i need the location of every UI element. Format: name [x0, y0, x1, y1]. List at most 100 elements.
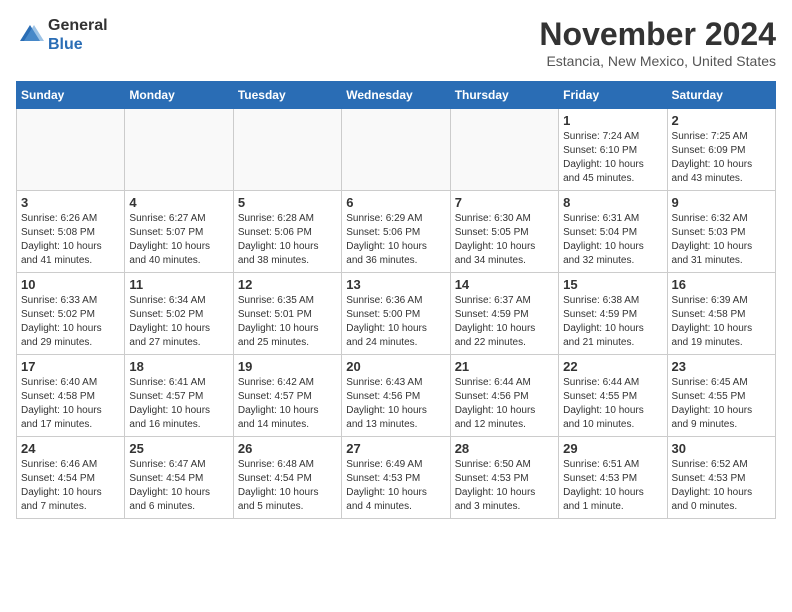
- day-info: Sunrise: 6:26 AM Sunset: 5:08 PM Dayligh…: [21, 212, 120, 268]
- day-info: Sunrise: 6:38 AM Sunset: 4:59 PM Dayligh…: [563, 294, 662, 350]
- day-number: 14: [455, 277, 554, 292]
- calendar-day-cell: 18 Sunrise: 6:41 AM Sunset: 4:57 PM Dayli…: [125, 355, 233, 437]
- day-info: Sunrise: 6:42 AM Sunset: 4:57 PM Dayligh…: [238, 376, 337, 432]
- day-number: 29: [563, 441, 662, 456]
- day-info: Sunrise: 6:43 AM Sunset: 4:56 PM Dayligh…: [346, 376, 445, 432]
- calendar-day-cell: 10 Sunrise: 6:33 AM Sunset: 5:02 PM Dayli…: [17, 273, 125, 355]
- day-number: 3: [21, 195, 120, 210]
- calendar-day-cell: 28 Sunrise: 6:50 AM Sunset: 4:53 PM Dayli…: [450, 437, 558, 519]
- calendar-day-cell: 21 Sunrise: 6:44 AM Sunset: 4:56 PM Dayli…: [450, 355, 558, 437]
- calendar-day-cell: [125, 109, 233, 191]
- weekday-header: Friday: [559, 82, 667, 109]
- day-info: Sunrise: 6:32 AM Sunset: 5:03 PM Dayligh…: [672, 212, 771, 268]
- calendar-week-row: 17 Sunrise: 6:40 AM Sunset: 4:58 PM Dayli…: [17, 355, 776, 437]
- calendar-day-cell: 27 Sunrise: 6:49 AM Sunset: 4:53 PM Dayli…: [342, 437, 450, 519]
- calendar-day-cell: 12 Sunrise: 6:35 AM Sunset: 5:01 PM Dayli…: [233, 273, 341, 355]
- day-info: Sunrise: 6:49 AM Sunset: 4:53 PM Dayligh…: [346, 458, 445, 514]
- day-number: 12: [238, 277, 337, 292]
- logo: General Blue: [16, 16, 108, 54]
- day-number: 27: [346, 441, 445, 456]
- calendar-day-cell: 26 Sunrise: 6:48 AM Sunset: 4:54 PM Dayli…: [233, 437, 341, 519]
- weekday-header: Monday: [125, 82, 233, 109]
- day-info: Sunrise: 6:34 AM Sunset: 5:02 PM Dayligh…: [129, 294, 228, 350]
- day-number: 21: [455, 359, 554, 374]
- calendar-day-cell: 22Sunrise: 6:44 AM Sunset: 4:55 PM Dayli…: [559, 355, 667, 437]
- calendar-header-row: SundayMondayTuesdayWednesdayThursdayFrid…: [17, 82, 776, 109]
- calendar-day-cell: 4 Sunrise: 6:27 AM Sunset: 5:07 PM Daylig…: [125, 191, 233, 273]
- weekday-header: Wednesday: [342, 82, 450, 109]
- calendar-day-cell: [342, 109, 450, 191]
- day-info: Sunrise: 6:27 AM Sunset: 5:07 PM Dayligh…: [129, 212, 228, 268]
- calendar-week-row: 10 Sunrise: 6:33 AM Sunset: 5:02 PM Dayli…: [17, 273, 776, 355]
- day-number: 2: [672, 113, 771, 128]
- day-number: 19: [238, 359, 337, 374]
- logo-text: General Blue: [48, 16, 108, 54]
- day-number: 7: [455, 195, 554, 210]
- day-number: 4: [129, 195, 228, 210]
- calendar-day-cell: [450, 109, 558, 191]
- day-info: Sunrise: 6:29 AM Sunset: 5:06 PM Dayligh…: [346, 212, 445, 268]
- day-number: 25: [129, 441, 228, 456]
- calendar-table: SundayMondayTuesdayWednesdayThursdayFrid…: [16, 81, 776, 519]
- day-number: 13: [346, 277, 445, 292]
- calendar-week-row: 24Sunrise: 6:46 AM Sunset: 4:54 PM Dayli…: [17, 437, 776, 519]
- calendar-day-cell: 16 Sunrise: 6:39 AM Sunset: 4:58 PM Dayli…: [667, 273, 775, 355]
- day-number: 30: [672, 441, 771, 456]
- logo-icon: [16, 21, 44, 49]
- logo-general: General: [48, 17, 108, 34]
- calendar-day-cell: 19 Sunrise: 6:42 AM Sunset: 4:57 PM Dayli…: [233, 355, 341, 437]
- location: Estancia, New Mexico, United States: [539, 53, 776, 69]
- day-info: Sunrise: 6:44 AM Sunset: 4:55 PM Dayligh…: [563, 376, 662, 432]
- day-number: 15: [563, 277, 662, 292]
- day-info: Sunrise: 6:39 AM Sunset: 4:58 PM Dayligh…: [672, 294, 771, 350]
- day-info: Sunrise: 6:45 AM Sunset: 4:55 PM Dayligh…: [672, 376, 771, 432]
- day-number: 6: [346, 195, 445, 210]
- day-info: Sunrise: 6:50 AM Sunset: 4:53 PM Dayligh…: [455, 458, 554, 514]
- day-number: 20: [346, 359, 445, 374]
- day-info: Sunrise: 6:40 AM Sunset: 4:58 PM Dayligh…: [21, 376, 120, 432]
- calendar-day-cell: 20 Sunrise: 6:43 AM Sunset: 4:56 PM Dayli…: [342, 355, 450, 437]
- day-info: Sunrise: 6:33 AM Sunset: 5:02 PM Dayligh…: [21, 294, 120, 350]
- calendar-day-cell: 15 Sunrise: 6:38 AM Sunset: 4:59 PM Dayli…: [559, 273, 667, 355]
- page-header: General Blue November 2024 Estancia, New…: [16, 16, 776, 69]
- calendar-day-cell: 17 Sunrise: 6:40 AM Sunset: 4:58 PM Dayli…: [17, 355, 125, 437]
- calendar-day-cell: 11Sunrise: 6:34 AM Sunset: 5:02 PM Dayli…: [125, 273, 233, 355]
- day-info: Sunrise: 6:44 AM Sunset: 4:56 PM Dayligh…: [455, 376, 554, 432]
- day-number: 28: [455, 441, 554, 456]
- calendar-day-cell: 9Sunrise: 6:32 AM Sunset: 5:03 PM Daylig…: [667, 191, 775, 273]
- day-number: 1: [563, 113, 662, 128]
- day-number: 23: [672, 359, 771, 374]
- day-info: Sunrise: 6:51 AM Sunset: 4:53 PM Dayligh…: [563, 458, 662, 514]
- calendar-day-cell: 29 Sunrise: 6:51 AM Sunset: 4:53 PM Dayli…: [559, 437, 667, 519]
- title-block: November 2024 Estancia, New Mexico, Unit…: [539, 16, 776, 69]
- day-info: Sunrise: 6:31 AM Sunset: 5:04 PM Dayligh…: [563, 212, 662, 268]
- day-info: Sunrise: 6:48 AM Sunset: 4:54 PM Dayligh…: [238, 458, 337, 514]
- day-info: Sunrise: 7:25 AM Sunset: 6:09 PM Dayligh…: [672, 130, 771, 186]
- day-number: 17: [21, 359, 120, 374]
- day-info: Sunrise: 6:37 AM Sunset: 4:59 PM Dayligh…: [455, 294, 554, 350]
- day-info: Sunrise: 6:52 AM Sunset: 4:53 PM Dayligh…: [672, 458, 771, 514]
- day-number: 16: [672, 277, 771, 292]
- day-info: Sunrise: 7:24 AM Sunset: 6:10 PM Dayligh…: [563, 130, 662, 186]
- day-info: Sunrise: 6:46 AM Sunset: 4:54 PM Dayligh…: [21, 458, 120, 514]
- calendar-day-cell: 24Sunrise: 6:46 AM Sunset: 4:54 PM Dayli…: [17, 437, 125, 519]
- day-number: 18: [129, 359, 228, 374]
- calendar-week-row: 3 Sunrise: 6:26 AM Sunset: 5:08 PM Daylig…: [17, 191, 776, 273]
- day-number: 26: [238, 441, 337, 456]
- day-number: 8: [563, 195, 662, 210]
- calendar-day-cell: [17, 109, 125, 191]
- calendar-day-cell: 25Sunrise: 6:47 AM Sunset: 4:54 PM Dayli…: [125, 437, 233, 519]
- calendar-day-cell: 13 Sunrise: 6:36 AM Sunset: 5:00 PM Dayli…: [342, 273, 450, 355]
- month-title: November 2024: [539, 16, 776, 53]
- day-info: Sunrise: 6:41 AM Sunset: 4:57 PM Dayligh…: [129, 376, 228, 432]
- calendar-week-row: 1 Sunrise: 7:24 AM Sunset: 6:10 PM Daylig…: [17, 109, 776, 191]
- day-info: Sunrise: 6:36 AM Sunset: 5:00 PM Dayligh…: [346, 294, 445, 350]
- weekday-header: Tuesday: [233, 82, 341, 109]
- day-number: 5: [238, 195, 337, 210]
- weekday-header: Sunday: [17, 82, 125, 109]
- logo-blue: Blue: [48, 36, 83, 53]
- day-number: 10: [21, 277, 120, 292]
- calendar-day-cell: 3 Sunrise: 6:26 AM Sunset: 5:08 PM Daylig…: [17, 191, 125, 273]
- calendar-day-cell: 2 Sunrise: 7:25 AM Sunset: 6:09 PM Daylig…: [667, 109, 775, 191]
- day-info: Sunrise: 6:35 AM Sunset: 5:01 PM Dayligh…: [238, 294, 337, 350]
